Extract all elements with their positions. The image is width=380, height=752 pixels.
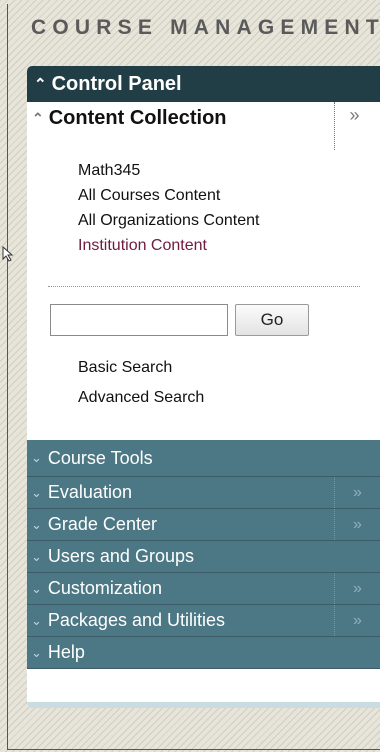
nav-item-label: Users and Groups xyxy=(47,546,194,566)
link-institution-content[interactable]: Institution Content xyxy=(78,233,259,258)
evaluation-flyout-button[interactable]: » xyxy=(334,477,380,508)
chevron-up-double-icon: ⌃ xyxy=(34,76,47,93)
nav-item-grade-center[interactable]: ⌄ Grade Center » xyxy=(27,509,380,541)
nav-item-label: Grade Center xyxy=(47,514,157,534)
grade-center-flyout-button[interactable]: » xyxy=(334,509,380,540)
nav-item-label: Customization xyxy=(47,578,162,598)
nav-item-label: Help xyxy=(47,642,85,662)
content-collection-section: ⌃ Content Collection » xyxy=(27,102,380,150)
search-input[interactable] xyxy=(50,304,228,336)
nav-item-label: Packages and Utilities xyxy=(47,610,225,630)
panel-footer-bar xyxy=(27,702,380,708)
course-management-title: COURSE MANAGEMENT xyxy=(31,16,380,39)
customization-flyout-button[interactable]: » xyxy=(334,573,380,604)
content-collection-links: Math345 All Courses Content All Organiza… xyxy=(78,158,259,258)
control-panel-nav: ⌄ Course Tools ⌄ Evaluation » ⌄ Grade Ce… xyxy=(27,440,380,669)
content-collection-toggle[interactable]: ⌃ Content Collection xyxy=(32,107,227,130)
nav-item-label: Evaluation xyxy=(47,482,132,502)
mouse-cursor-icon xyxy=(2,246,14,262)
go-button[interactable]: Go xyxy=(235,304,309,336)
nav-item-packages-and-utilities[interactable]: ⌄ Packages and Utilities » xyxy=(27,605,380,637)
content-collection-flyout-button[interactable]: » xyxy=(334,102,374,150)
link-all-courses-content[interactable]: All Courses Content xyxy=(78,183,259,208)
advanced-search-link[interactable]: Advanced Search xyxy=(78,383,204,413)
basic-search-link[interactable]: Basic Search xyxy=(78,353,204,383)
nav-item-label: Course Tools xyxy=(47,447,153,468)
chevron-down-double-icon: ⌄ xyxy=(31,484,42,500)
divider xyxy=(48,286,360,287)
search-links: Basic Search Advanced Search xyxy=(78,353,204,413)
nav-item-evaluation[interactable]: ⌄ Evaluation » xyxy=(27,477,380,509)
link-all-organizations-content[interactable]: All Organizations Content xyxy=(78,208,259,233)
control-panel-header[interactable]: ⌃ Control Panel xyxy=(27,66,380,102)
packages-flyout-button[interactable]: » xyxy=(334,605,380,636)
chevron-down-double-icon: ⌄ xyxy=(31,548,42,564)
chevron-down-double-icon: ⌄ xyxy=(31,516,42,532)
control-panel-title: Control Panel xyxy=(51,72,182,95)
control-panel-menu: ⌃ Control Panel ⌃ Content Collection » M… xyxy=(27,66,380,708)
chevron-down-double-icon: ⌄ xyxy=(31,612,42,628)
nav-item-users-and-groups[interactable]: ⌄ Users and Groups xyxy=(27,541,380,573)
nav-item-help[interactable]: ⌄ Help xyxy=(27,637,380,669)
chevron-down-double-icon: ⌄ xyxy=(31,580,42,596)
nav-item-customization[interactable]: ⌄ Customization » xyxy=(27,573,380,605)
chevron-up-double-icon: ⌃ xyxy=(32,110,44,126)
link-math345[interactable]: Math345 xyxy=(78,158,259,183)
chevron-down-double-icon: ⌄ xyxy=(31,450,42,465)
nav-item-course-tools[interactable]: ⌄ Course Tools xyxy=(27,440,380,477)
content-collection-title: Content Collection xyxy=(48,107,227,129)
chevron-down-double-icon: ⌄ xyxy=(31,644,42,660)
